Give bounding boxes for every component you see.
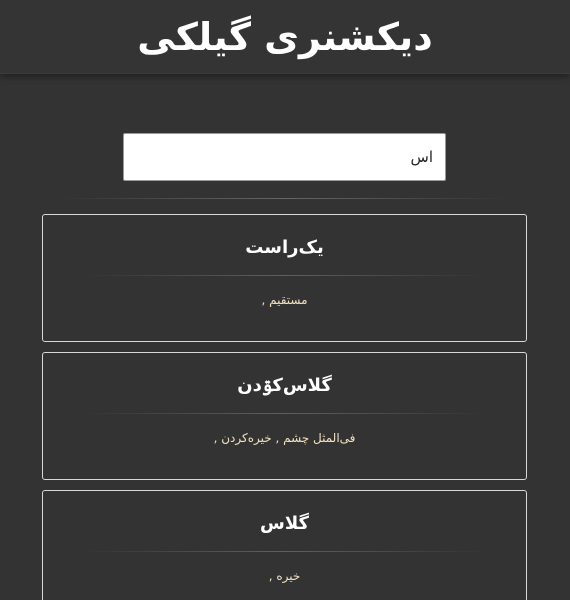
app-header: دیکشنری گیلکی xyxy=(0,0,570,74)
page-title: دیکشنری گیلکی xyxy=(137,14,433,59)
page: دیکشنری گیلکی یک‌راست مستقیم , گلاس‌کۊدن… xyxy=(0,0,570,600)
result-meaning: مستقیم , xyxy=(261,293,308,307)
search-divider xyxy=(60,198,510,199)
results-list: یک‌راست مستقیم , گلاس‌کۊدن فی‌المثل چشم … xyxy=(42,214,527,600)
search-input[interactable] xyxy=(123,133,446,181)
result-word: گلاس xyxy=(260,513,309,534)
result-card[interactable]: گلاس خیره , xyxy=(42,490,527,600)
result-word: یک‌راست xyxy=(245,237,324,258)
result-card[interactable]: گلاس‌کۊدن فی‌المثل چشم , خیره‌کردن , xyxy=(42,352,527,480)
result-card[interactable]: یک‌راست مستقیم , xyxy=(42,214,527,342)
card-divider xyxy=(83,413,486,414)
result-meaning: فی‌المثل چشم , خیره‌کردن , xyxy=(213,431,356,445)
search-box xyxy=(123,133,446,181)
card-divider xyxy=(83,275,486,276)
result-meaning: خیره , xyxy=(268,569,301,583)
result-word: گلاس‌کۊدن xyxy=(237,375,332,396)
card-divider xyxy=(83,551,486,552)
